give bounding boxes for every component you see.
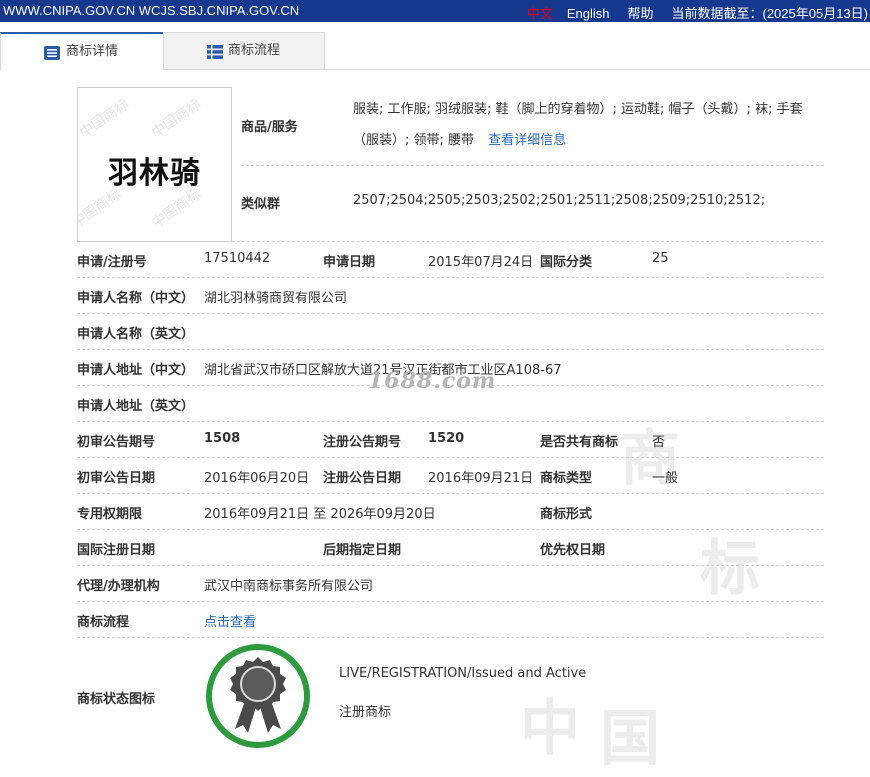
prelim-no-label: 初审公告期号 [77, 435, 156, 450]
reg-pub-no-value: 1520 [428, 431, 465, 446]
divider [77, 457, 824, 458]
detail-list-icon [44, 46, 60, 60]
background-watermark: 标 [700, 534, 760, 604]
address-cn-label: 申请人地址（中文） [77, 363, 195, 378]
divider [77, 277, 824, 278]
goods-value: 服装; 工作服; 羽绒服装; 鞋（脚上的穿着物）; 运动鞋; 帽子（头戴）; 袜… [353, 94, 813, 156]
apply-date-label: 申请日期 [323, 255, 376, 270]
goods-label: 商品/服务 [241, 120, 298, 135]
background-watermark: 中 [520, 694, 580, 764]
registered-status-badge-icon [206, 644, 310, 748]
image-watermark: 中国商标 [77, 96, 133, 142]
goods-text: 服装; 工作服; 羽绒服装; 鞋（脚上的穿着物）; 运动鞋; 帽子（头戴）; 袜… [353, 102, 803, 148]
divider [77, 313, 824, 314]
prelim-date-value: 2016年06月20日 [204, 471, 310, 486]
agent-value: 武汉中南商标事务所有限公司 [204, 579, 374, 594]
tab-label: 商标流程 [228, 43, 281, 58]
lang-english-link[interactable]: English [567, 6, 610, 21]
image-watermark: 中国商标 [149, 96, 205, 142]
tm-type-label: 商标类型 [540, 471, 593, 486]
tab-trademark-detail[interactable]: 商标详情 [0, 32, 164, 70]
applicant-en-label: 申请人名称（英文） [77, 327, 195, 342]
list-icon [207, 45, 223, 59]
divider [77, 421, 824, 422]
shared-value: 否 [652, 435, 666, 450]
reg-pub-date-value: 2016年09月21日 [428, 471, 534, 486]
top-bar-right: 中文 English 帮助 当前数据截至：(2025年05月13日) [513, 3, 868, 22]
applicant-cn-value: 湖北羽林骑商贸有限公司 [204, 291, 348, 306]
later-desig-label: 后期指定日期 [323, 543, 402, 558]
status-en: LIVE/REGISTRATION/Issued and Active [339, 666, 587, 681]
tab-bar: 商标详情 商标流程 [0, 32, 870, 70]
reg-no-label: 申请/注册号 [77, 255, 147, 270]
tab-label: 商标详情 [66, 44, 119, 59]
divider [77, 493, 824, 494]
view-details-link[interactable]: 查看详细信息 [488, 133, 566, 148]
site-watermark: 1688.com [368, 368, 497, 394]
shared-label: 是否共有商标 [540, 435, 619, 450]
reg-pub-no-label: 注册公告期号 [323, 435, 402, 450]
similar-group-value: 2507;2504;2505;2503;2502;2501;2511;2508;… [353, 193, 766, 208]
agent-label: 代理/办理机构 [77, 579, 160, 594]
trademark-word: 羽林骑 [108, 156, 201, 191]
prelim-date-label: 初审公告日期 [77, 471, 156, 486]
reg-no-value: 17510442 [204, 251, 271, 266]
divider [77, 529, 824, 530]
similar-group-label: 类似群 [241, 197, 281, 212]
divider [77, 565, 824, 566]
term-label: 专用权期限 [77, 507, 143, 522]
apply-date-value: 2015年07月24日 [428, 255, 534, 270]
trademark-image: 中国商标 中国商标 中国商标 中国商标 羽林骑 [77, 87, 232, 242]
status-label: 商标状态图标 [77, 692, 156, 707]
view-flow-link[interactable]: 点击查看 [204, 611, 256, 630]
lang-chinese-link[interactable]: 中文 [527, 6, 553, 21]
priority-label: 优先权日期 [540, 543, 606, 558]
divider [77, 601, 824, 602]
data-date: 当前数据截至：(2025年05月13日) [671, 6, 869, 21]
intl-reg-date-label: 国际注册日期 [77, 543, 156, 558]
status-cn: 注册商标 [339, 705, 392, 720]
divider [77, 637, 824, 638]
tab-trademark-flow[interactable]: 商标流程 [163, 32, 325, 69]
help-link[interactable]: 帮助 [627, 6, 653, 21]
tm-form-label: 商标形式 [540, 507, 593, 522]
applicant-cn-label: 申请人名称（中文） [77, 291, 195, 306]
flow-label: 商标流程 [77, 615, 130, 630]
divider [77, 349, 824, 350]
divider [77, 241, 824, 242]
address-en-label: 申请人地址（英文） [77, 399, 195, 414]
background-watermark: 国 [600, 704, 660, 774]
intl-class-label: 国际分类 [540, 255, 593, 270]
top-bar: WWW.CNIPA.GOV.CN WCJS.SBJ.CNIPA.GOV.CN 中… [0, 0, 870, 22]
tm-type-value: 一般 [652, 471, 679, 486]
intl-class-value: 25 [652, 251, 669, 266]
prelim-no-value: 1508 [204, 431, 241, 446]
term-value: 2016年09月21日 至 2026年09月20日 [204, 507, 436, 522]
reg-pub-date-label: 注册公告日期 [323, 471, 402, 486]
site-domains: WWW.CNIPA.GOV.CN WCJS.SBJ.CNIPA.GOV.CN [3, 3, 300, 18]
divider [241, 165, 824, 166]
